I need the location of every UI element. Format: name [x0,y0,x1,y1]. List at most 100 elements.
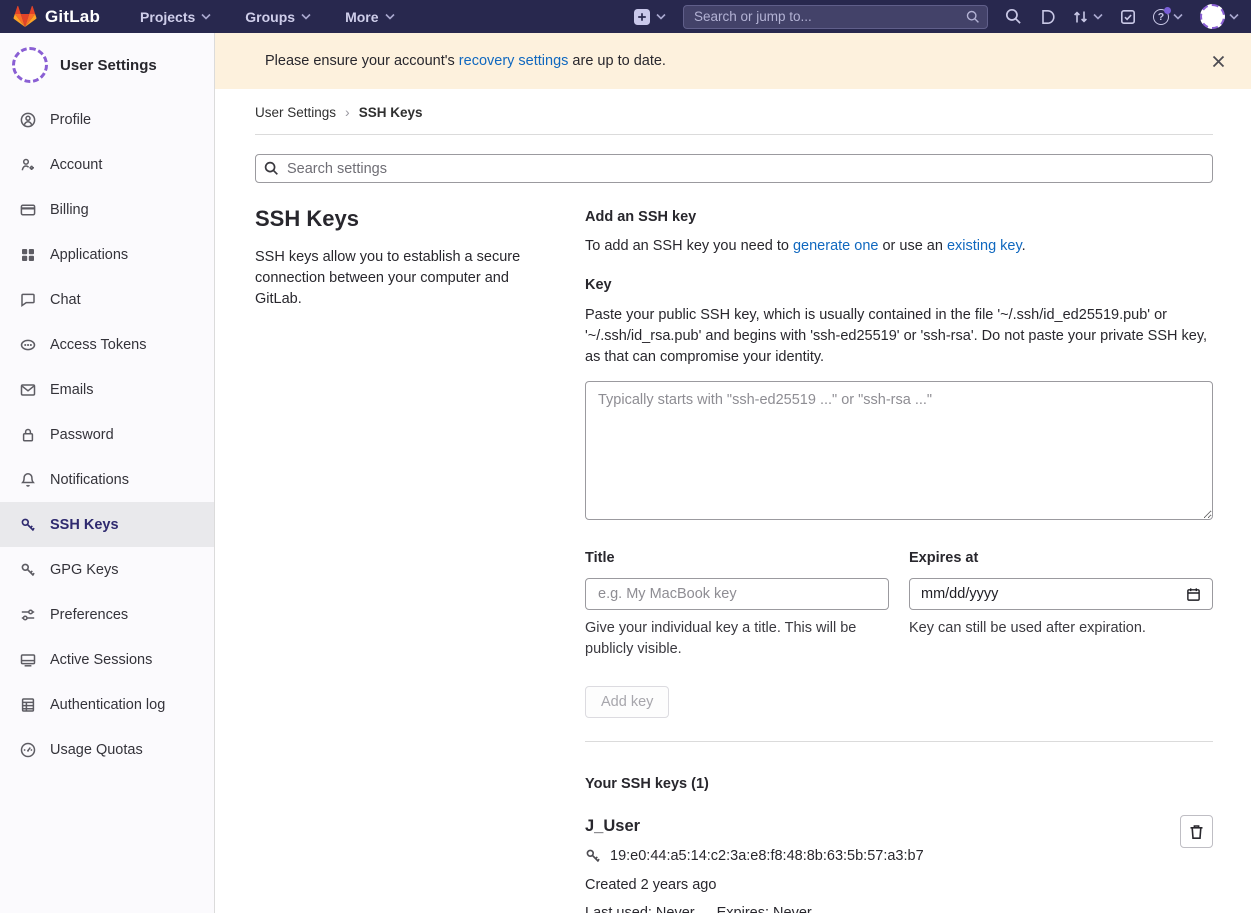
main-content: Please ensure your account's recovery se… [215,33,1251,913]
sidebar-item-label: Authentication log [50,697,165,713]
envelope-icon [20,382,36,398]
sidebar-item-label: Access Tokens [50,337,146,353]
banner-dismiss-button[interactable] [1208,51,1229,72]
user-avatar [1200,4,1225,29]
key-icon [20,562,36,578]
user-menu-button[interactable] [1200,4,1239,29]
issues-button[interactable] [1039,9,1055,25]
sidebar-item-label: Active Sessions [50,652,152,668]
sidebar-item-preferences[interactable]: Preferences [0,592,214,637]
ssh-key-usage-row: Last used: Never Expires: Never [585,905,1153,913]
section-divider [585,741,1213,742]
your-ssh-keys-heading: Your SSH keys (1) [585,776,1213,792]
todos-button[interactable] [1120,9,1136,25]
recovery-settings-link[interactable]: recovery settings [459,53,569,69]
generate-one-link[interactable]: generate one [793,238,878,254]
sidebar-item-chat[interactable]: Chat [0,277,214,322]
calendar-icon[interactable] [1186,587,1201,602]
banner-text-after: are up to date. [568,53,666,69]
nav-more-label: More [345,9,378,25]
nav-projects[interactable]: Projects [140,9,211,25]
sidebar-item-billing[interactable]: Billing [0,187,214,232]
add-ssh-key-intro: To add an SSH key you need to generate o… [585,238,1213,254]
expires-field-label: Expires at [909,550,1213,566]
sidebar-item-emails[interactable]: Emails [0,367,214,412]
search-button[interactable] [1005,8,1022,25]
key-icon [585,848,601,864]
ssh-key-list-item: J_User 19:e0:44:a5:14:c2:3a:e8:f8:48:8b:… [585,817,1213,913]
sliders-icon [20,607,36,623]
chevron-down-icon [301,13,311,20]
ssh-key-expires: Expires: Never [717,905,812,913]
title-input[interactable] [585,578,889,610]
sidebar-item-authentication-log[interactable]: Authentication log [0,682,214,727]
sidebar-item-access-tokens[interactable]: Access Tokens [0,322,214,367]
ssh-key-last-used: Last used: Never [585,905,695,913]
top-navbar: GitLab Projects Groups More [0,0,1251,33]
log-table-icon [20,697,36,713]
chevron-down-icon [1173,13,1183,20]
search-icon [264,161,279,176]
chevron-down-icon [656,13,666,20]
title-field-help: Give your individual key a title. This w… [585,618,889,660]
chevron-down-icon [385,13,395,20]
bell-icon [20,472,36,488]
sidebar-item-gpg-keys[interactable]: GPG Keys [0,547,214,592]
add-key-button[interactable]: Add key [585,686,669,718]
nav-more[interactable]: More [345,9,394,25]
chevron-down-icon [1093,13,1103,20]
close-icon [1212,55,1225,68]
recovery-banner: Please ensure your account's recovery se… [215,33,1251,89]
existing-key-link[interactable]: existing key [947,238,1022,254]
search-icon [1005,8,1022,25]
nav-groups[interactable]: Groups [245,9,311,25]
sidebar-item-label: Profile [50,112,91,128]
user-settings-avatar [12,47,48,83]
gitlab-tanuki-icon [13,5,37,28]
expires-date-input[interactable]: mm/dd/yyyy [909,578,1213,610]
breadcrumb-user-settings[interactable]: User Settings [255,105,336,120]
ssh-key-fingerprint: 19:e0:44:a5:14:c2:3a:e8:f8:48:8b:63:5b:5… [610,848,924,864]
title-field-label: Title [585,550,889,566]
delete-key-button[interactable] [1180,815,1213,848]
sidebar-item-label: SSH Keys [50,517,119,533]
breadcrumb-current: SSH Keys [359,105,423,120]
merge-request-icon [1072,9,1089,25]
sidebar-item-usage-quotas[interactable]: Usage Quotas [0,727,214,772]
sidebar-item-label: Applications [50,247,128,263]
plus-icon [634,9,650,25]
new-menu-button[interactable] [634,9,666,25]
sidebar-item-label: GPG Keys [50,562,119,578]
expires-field-help: Key can still be used after expiration. [909,618,1213,639]
brand-name: GitLab [45,7,100,27]
token-icon [20,337,36,353]
ssh-key-textarea[interactable] [585,381,1213,520]
merge-requests-button[interactable] [1072,9,1103,25]
settings-search [255,154,1213,183]
title-field-group: Title Give your individual key a title. … [585,550,889,660]
navbar-menu: Projects Groups More [140,9,394,25]
gitlab-logo[interactable]: GitLab [13,5,100,28]
sidebar-item-label: Emails [50,382,94,398]
monitor-icon [20,652,36,668]
intro-text-before: To add an SSH key you need to [585,238,793,254]
sidebar-item-profile[interactable]: Profile [0,97,214,142]
settings-search-input[interactable] [255,154,1213,183]
sidebar-item-password[interactable]: Password [0,412,214,457]
key-field-label: Key [585,277,1213,293]
sidebar-item-notifications[interactable]: Notifications [0,457,214,502]
global-search-input[interactable] [683,5,988,29]
sidebar-item-label: Account [50,157,102,173]
ssh-key-created: Created 2 years ago [585,877,1153,893]
key-field-description: Paste your public SSH key, which is usua… [585,305,1213,368]
help-menu-button[interactable]: ? [1153,9,1183,25]
ssh-keys-form-panel: Add an SSH key To add an SSH key you nee… [585,206,1213,913]
page-title: SSH Keys [255,206,545,232]
sidebar-item-active-sessions[interactable]: Active Sessions [0,637,214,682]
nav-groups-label: Groups [245,9,295,25]
sidebar-item-account[interactable]: Account [0,142,214,187]
sidebar-item-applications[interactable]: Applications [0,232,214,277]
page-description: SSH keys allow you to establish a secure… [255,247,545,310]
settings-sidebar: User Settings Profile Account Billing Ap… [0,33,215,913]
sidebar-item-ssh-keys[interactable]: SSH Keys [0,502,214,547]
